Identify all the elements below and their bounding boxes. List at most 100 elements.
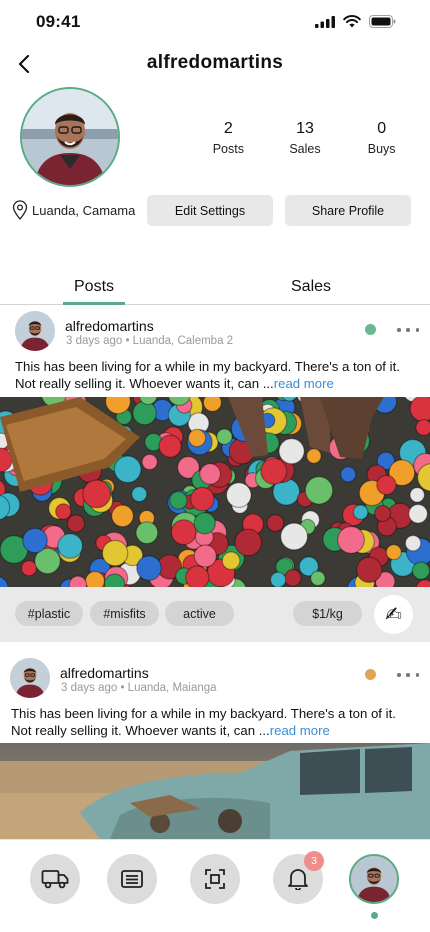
bottle-cap bbox=[376, 474, 397, 496]
bottle-cap bbox=[193, 544, 217, 568]
rusty-car-photo bbox=[0, 743, 430, 839]
profile-tabs: Posts Sales bbox=[0, 272, 430, 305]
nav-notifications-button[interactable]: 3 bbox=[273, 851, 324, 904]
post-author-avatar[interactable] bbox=[15, 311, 55, 351]
price-chip[interactable]: $1/kg bbox=[293, 601, 362, 626]
post-tags-row: #plastic #misfits active $1/kg ✍ bbox=[0, 587, 430, 642]
bottle-cap bbox=[55, 503, 72, 520]
bottle-cap bbox=[304, 476, 334, 505]
dot bbox=[415, 328, 419, 332]
bottle-cap bbox=[260, 457, 288, 485]
edit-settings-button[interactable]: Edit Settings bbox=[147, 195, 273, 226]
battery-icon bbox=[369, 15, 396, 28]
bottle-cap bbox=[404, 534, 422, 552]
post-card: alfredomartins 3 days ago • Luanda, Cale… bbox=[0, 305, 430, 642]
bottle-cap bbox=[66, 514, 86, 533]
bottle-cap bbox=[385, 544, 402, 561]
tag-chip[interactable]: #misfits bbox=[90, 601, 159, 626]
profile-stats: 2 Posts 13 Sales 0 Buys bbox=[190, 120, 420, 156]
dot bbox=[406, 673, 410, 677]
chat-button[interactable]: ✍ bbox=[374, 595, 413, 634]
stat-posts[interactable]: 2 Posts bbox=[190, 120, 267, 156]
bottle-cap bbox=[269, 571, 287, 587]
wifi-icon bbox=[343, 15, 361, 28]
share-profile-button[interactable]: Share Profile bbox=[285, 195, 411, 226]
profile-photo bbox=[22, 89, 118, 185]
more-options-button[interactable] bbox=[397, 668, 419, 682]
bottle-cap bbox=[199, 463, 222, 485]
bottle-cap bbox=[283, 568, 302, 587]
bottle-cap bbox=[136, 555, 162, 581]
status-icons bbox=[315, 15, 396, 28]
nav-feed-button[interactable] bbox=[107, 854, 157, 904]
bottle-cap bbox=[20, 559, 38, 577]
read-more-link[interactable]: read more bbox=[270, 723, 330, 738]
post-description: This has been living for a while in my b… bbox=[15, 358, 417, 392]
tag-chip[interactable]: active bbox=[165, 601, 234, 626]
bottle-cap bbox=[310, 570, 326, 587]
page-title: alfredomartins bbox=[146, 52, 284, 73]
stat-label: Posts bbox=[212, 142, 244, 156]
read-more-link[interactable]: read more bbox=[274, 376, 334, 391]
tag-chip[interactable]: #plastic bbox=[15, 601, 83, 626]
bottle-cap bbox=[409, 487, 425, 503]
bell-icon bbox=[288, 869, 308, 890]
nav-delivery-button[interactable] bbox=[30, 854, 80, 904]
stat-value: 2 bbox=[223, 120, 233, 137]
profile-avatar-icon bbox=[351, 856, 397, 902]
post-header: alfredomartins 3 days ago • Luanda, Cale… bbox=[0, 305, 430, 357]
status-dot bbox=[365, 669, 376, 680]
bottle-cap bbox=[111, 504, 134, 528]
bottle-cap bbox=[190, 486, 215, 512]
post-text: This has been living for a while in my b… bbox=[15, 359, 400, 391]
bottle-cap bbox=[187, 428, 207, 448]
bottle-cap bbox=[337, 525, 366, 554]
bottle-cap bbox=[221, 551, 241, 571]
active-nav-indicator bbox=[371, 912, 378, 919]
post-author-name[interactable]: alfredomartins bbox=[60, 665, 149, 681]
post-description: This has been living for a while in my b… bbox=[11, 705, 417, 739]
truck-icon bbox=[41, 870, 69, 889]
bottle-cap bbox=[202, 397, 222, 412]
tab-posts[interactable]: Posts bbox=[74, 278, 114, 296]
post-header: alfredomartins 3 days ago • Luanda, Maia… bbox=[0, 650, 430, 702]
bottle-cap bbox=[22, 527, 48, 554]
scan-icon bbox=[205, 869, 225, 889]
location-text: Luanda, Camama bbox=[32, 202, 136, 218]
bottle-cap bbox=[135, 521, 159, 545]
stat-sales[interactable]: 13 Sales bbox=[267, 120, 344, 156]
dot bbox=[415, 673, 419, 677]
post-card: alfredomartins 3 days ago • Luanda, Maia… bbox=[0, 650, 430, 839]
stat-buys[interactable]: 0 Buys bbox=[343, 120, 420, 156]
bottle-cap bbox=[340, 466, 357, 483]
post-meta: 3 days ago • Luanda, Maianga bbox=[61, 682, 217, 694]
bottle-cap bbox=[408, 503, 429, 524]
bottle-cap bbox=[101, 539, 129, 567]
bottle-cap bbox=[170, 519, 197, 546]
signal-icon bbox=[315, 15, 335, 28]
bottle-cap bbox=[306, 448, 322, 464]
profile-avatar[interactable] bbox=[20, 87, 120, 187]
list-icon bbox=[121, 870, 143, 888]
stat-label: Buys bbox=[367, 142, 396, 156]
bottle-cap bbox=[352, 504, 369, 520]
bottle-cap bbox=[131, 485, 148, 503]
post-image[interactable] bbox=[0, 743, 430, 839]
bottle-cap bbox=[266, 513, 285, 532]
bottle-cap bbox=[216, 428, 233, 445]
dot bbox=[397, 328, 401, 332]
top-header: alfredomartins bbox=[0, 46, 430, 82]
stat-value: 13 bbox=[296, 120, 314, 137]
bottle-cap bbox=[225, 482, 252, 508]
more-options-button[interactable] bbox=[397, 323, 419, 337]
post-author-avatar[interactable] bbox=[10, 658, 50, 698]
post-image[interactable] bbox=[0, 397, 430, 587]
bottle-cap bbox=[169, 491, 188, 510]
tab-sales[interactable]: Sales bbox=[291, 278, 331, 296]
nav-profile-button[interactable] bbox=[349, 854, 399, 904]
post-text: This has been living for a while in my b… bbox=[11, 706, 396, 738]
status-dot bbox=[365, 324, 376, 335]
post-author-name[interactable]: alfredomartins bbox=[65, 318, 154, 334]
bottle-cap bbox=[132, 400, 158, 426]
nav-scan-button[interactable] bbox=[190, 854, 240, 904]
